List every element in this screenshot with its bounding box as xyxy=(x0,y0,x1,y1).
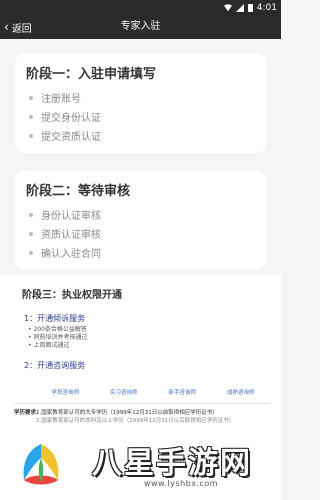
list-item-label: 注册账号 xyxy=(41,94,81,105)
section-item: • 上岗面试通过 xyxy=(28,342,70,349)
table-cell: 1.国家教育部认可的大专学历（1999年12月31日以前取得相应学历证书） 2.… xyxy=(36,403,270,424)
watermark-text: 八星手游网 xyxy=(92,446,252,481)
section-heading: 1：开通倾诉服务 xyxy=(24,314,86,323)
watermark: 八星手游网 www.lyshbx.com xyxy=(0,430,281,500)
stage2-title: 阶段二：等待审核 xyxy=(26,184,131,199)
list-item: 提交资质认证 xyxy=(26,126,255,145)
bullet-dot xyxy=(29,95,33,100)
section-item: • 200条合格公益解答 xyxy=(28,326,87,333)
requirements-table: 学员咨询师 实习咨询师 新手咨询师 成熟咨询师 学历要求 1.国家教育部认可的大… xyxy=(14,381,270,424)
list-item-label: 确认入驻合同 xyxy=(41,249,101,260)
page-title: 专家入驻 xyxy=(120,21,161,32)
list-item: 资质认证审核 xyxy=(26,224,255,243)
stage3-title: 阶段三：执业权限开通 xyxy=(22,290,122,301)
section-heading: 2：开通咨询服务 xyxy=(24,361,86,370)
stage2-card: 阶段二：等待审核 身份认证审核 资质认证审核 确认入驻合同 xyxy=(15,170,266,270)
app-bar: ‹ 返回 专家入驻 xyxy=(0,15,281,39)
stage1-card: 阶段一：入驻申请填写 注册账号 提交身份认证 提交资质认证 xyxy=(15,53,266,153)
list-item-label: 提交身份认证 xyxy=(41,113,101,124)
table-row: 学历要求 1.国家教育部认可的大专学历（1999年12月31日以前取得相应学历证… xyxy=(14,403,270,424)
table-header-row: 学员咨询师 实习咨询师 新手咨询师 成熟咨询师 xyxy=(14,381,270,404)
list-item: 注册账号 xyxy=(26,88,255,107)
list-item: 确认入驻合同 xyxy=(26,243,255,262)
bullet-dot xyxy=(29,250,33,255)
list-item: 提交身份认证 xyxy=(26,107,255,126)
table-header xyxy=(14,381,36,404)
table-header: 新手咨询师 xyxy=(153,381,212,404)
table-header: 成熟咨询师 xyxy=(211,381,270,404)
signal-icon xyxy=(235,3,244,12)
table-header: 实习咨询师 xyxy=(94,381,153,404)
list-item-label: 提交资质认证 xyxy=(41,132,101,143)
list-item: 身份认证审核 xyxy=(26,205,255,224)
wifi-icon xyxy=(223,3,232,11)
bullet-dot xyxy=(29,133,33,138)
list-item-label: 身份认证审核 xyxy=(41,211,101,222)
requirement-text: 2.国家教育部认可的本科及以上学历（1999年12月31日以后取得相应学历证书） xyxy=(36,417,235,424)
status-bar: 4:01 xyxy=(0,0,281,15)
requirement-text: 1.国家教育部认可的大专学历（1999年12月31日以前取得相应学历证书） xyxy=(36,409,218,416)
bullet-dot xyxy=(29,114,33,119)
bullet-dot xyxy=(29,231,33,236)
stage1-title: 阶段一：入驻申请填写 xyxy=(26,67,157,82)
section-item: • 同前培训并考核通过 xyxy=(28,334,88,341)
watermark-url: www.lyshbx.com xyxy=(144,479,219,488)
status-time: 4:01 xyxy=(256,2,277,13)
battery-icon xyxy=(247,3,253,12)
table-row-header: 学历要求 xyxy=(14,409,37,416)
brand-logo-icon xyxy=(23,444,59,485)
table-header: 学员咨询师 xyxy=(36,381,95,404)
list-item-label: 资质认证审核 xyxy=(41,230,101,241)
bullet-dot xyxy=(29,212,33,217)
